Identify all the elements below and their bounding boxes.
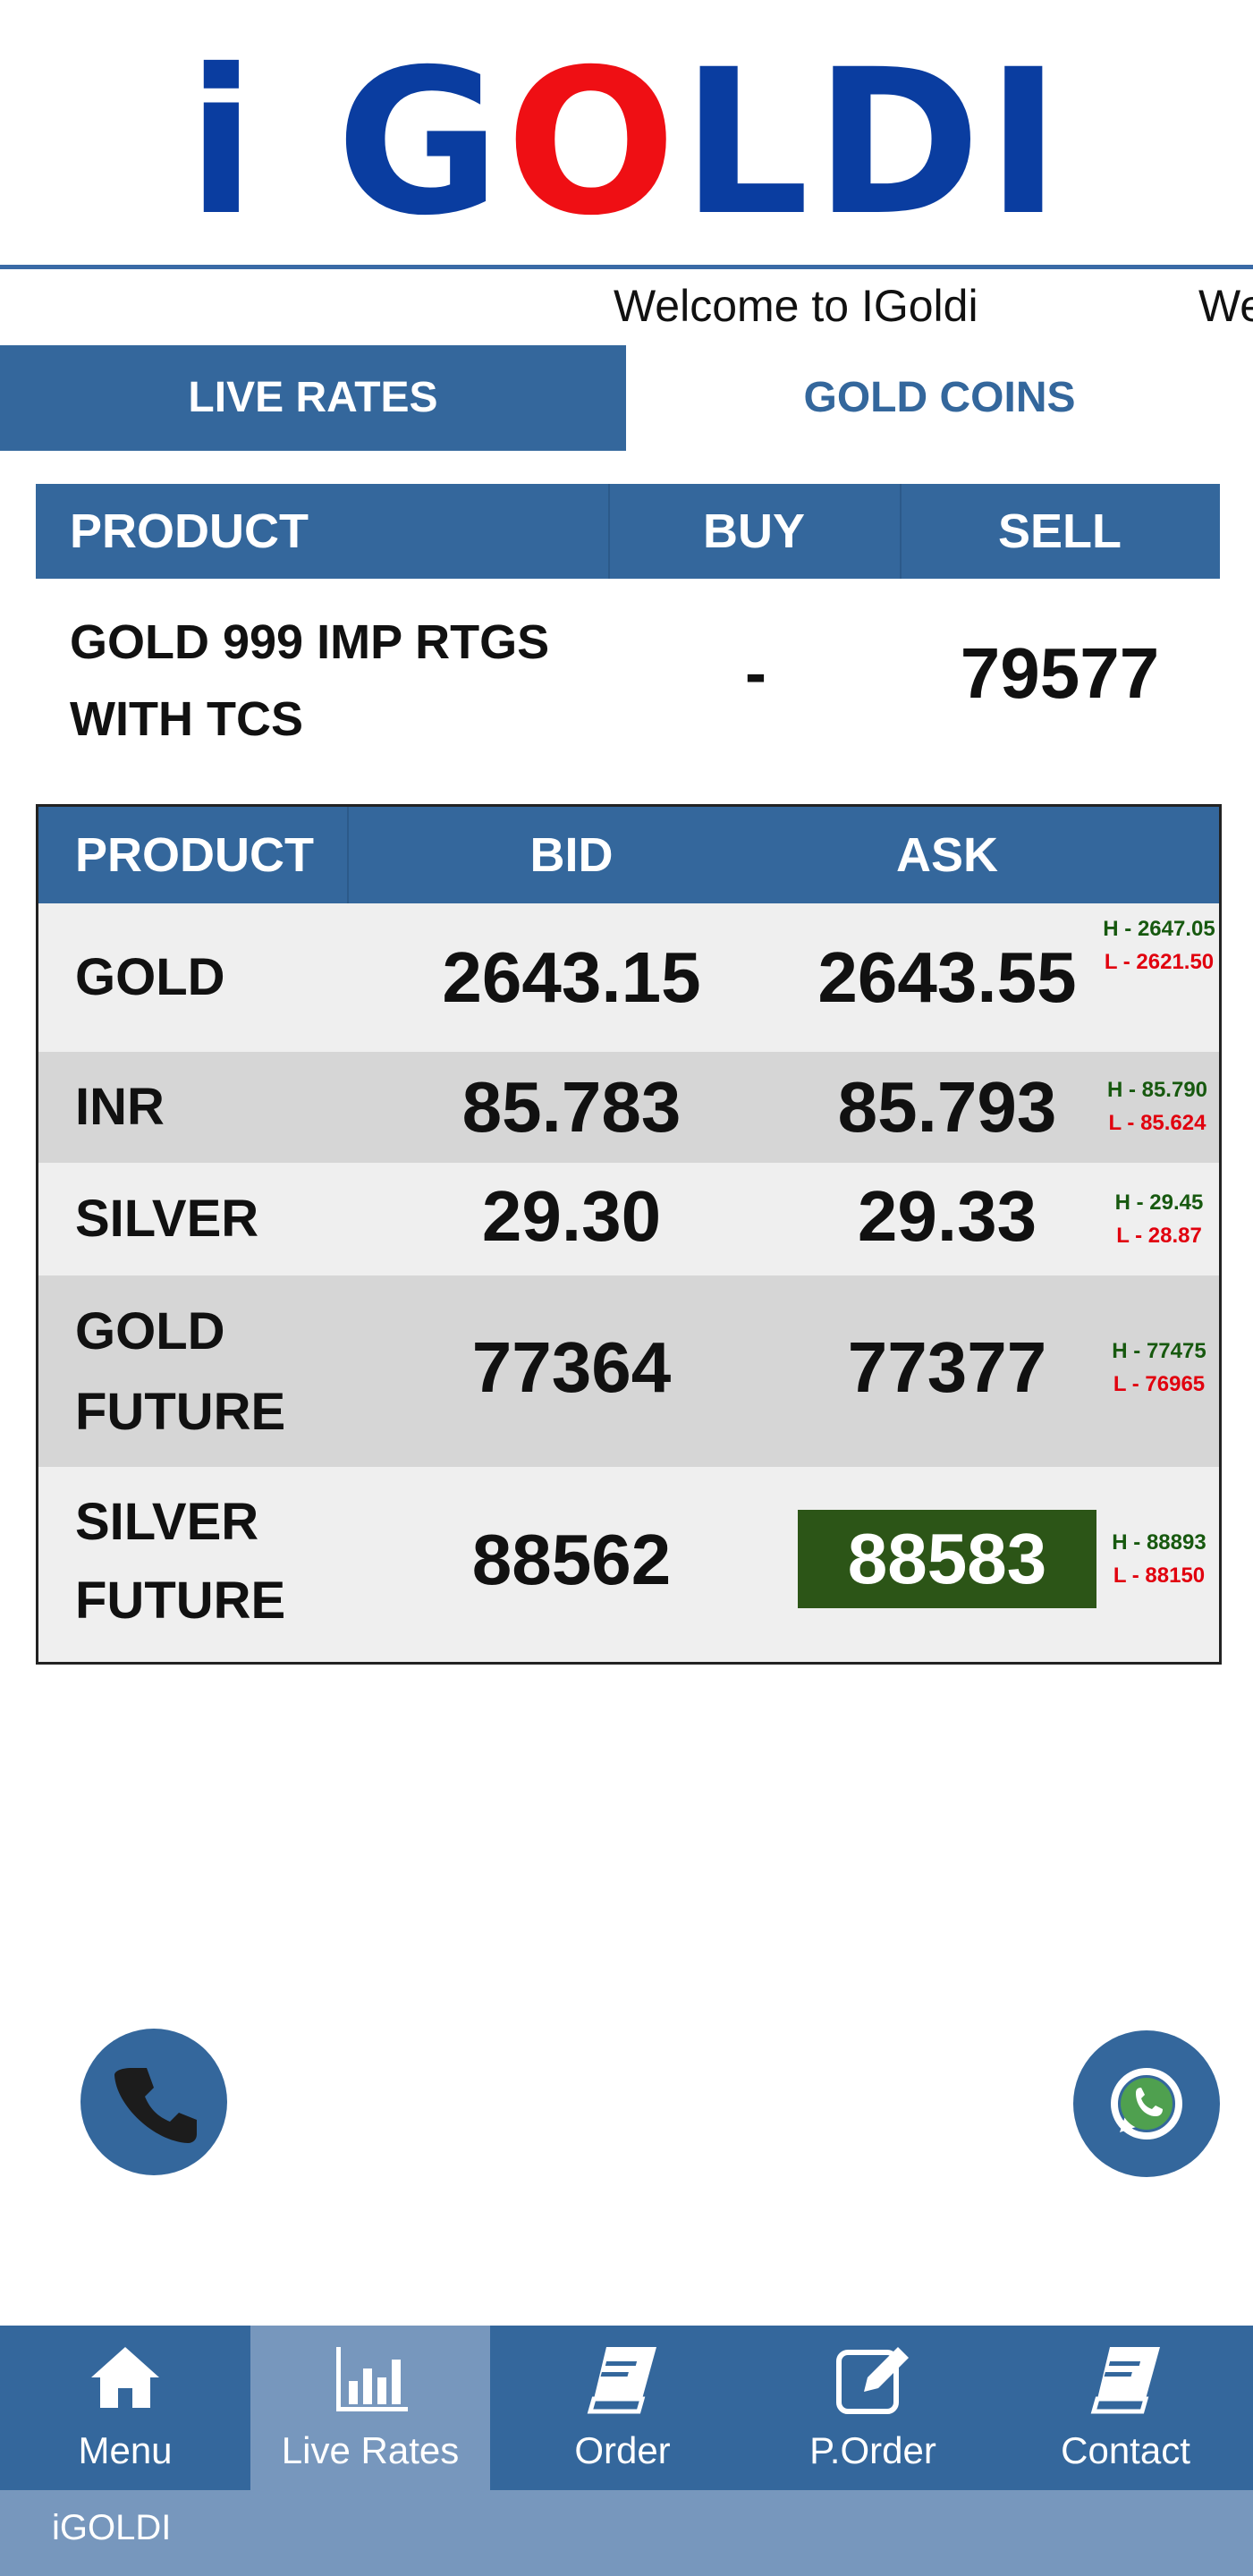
nav-order[interactable]: Order	[497, 2326, 748, 2490]
low-value: L - 85.624	[1108, 1111, 1206, 1135]
rtgs-table-header: PRODUCT BUY SELL	[36, 484, 1220, 579]
sell-price: 79577	[960, 633, 1160, 713]
tab-live-rates[interactable]: LIVE RATES	[0, 345, 626, 451]
rate-tabs: LIVE RATES GOLD COINS	[0, 345, 1253, 451]
high-value: H - 77475	[1112, 1339, 1206, 1363]
high-low: H - 88893 L - 88150	[1099, 1526, 1219, 1592]
book-icon	[1090, 2347, 1160, 2414]
spot-rate-table: PRODUCT BID ASK GOLD 2643.15 2643.55 H -…	[36, 804, 1222, 1665]
marquee-text: Welcome to IGoldi	[614, 281, 978, 331]
whatsapp-icon	[1111, 2068, 1182, 2140]
marquee-text-repeat: We	[1198, 281, 1253, 331]
logo-prefix: i G	[186, 26, 506, 259]
product-name-line2: WITH TCS	[70, 692, 303, 746]
spot-table-header: PRODUCT BID ASK	[38, 807, 1219, 903]
low-value: L - 2621.50	[1104, 950, 1215, 974]
nav-label: Live Rates	[281, 2429, 460, 2471]
table-row: SILVER FUTURE 88562 88583 H - 88893 L - …	[38, 1467, 1219, 1662]
footer-bar: iGOLDI	[0, 2490, 1253, 2576]
bottom-nav: Menu Live Rates Order P.Order Contact	[0, 2326, 1253, 2490]
nav-label: Contact	[1061, 2429, 1190, 2471]
ask-price-highlighted: 88583	[798, 1510, 1096, 1608]
edit-icon	[836, 2347, 909, 2414]
product-name: SILVER	[75, 1190, 259, 1248]
high-value: H - 2647.05	[1103, 917, 1215, 941]
whatsapp-button[interactable]	[1073, 2030, 1220, 2177]
nav-contact[interactable]: Contact	[998, 2326, 1253, 2490]
product-name: INR	[75, 1078, 165, 1136]
nav-label: P.Order	[809, 2429, 936, 2471]
nav-menu[interactable]: Menu	[0, 2326, 250, 2490]
buy-price: -	[745, 638, 766, 709]
table-row: GOLD 999 IMP RTGS WITH TCS - 79577	[36, 579, 1220, 768]
nav-live-rates[interactable]: Live Rates	[250, 2326, 490, 2490]
phone-icon	[114, 2068, 197, 2143]
high-low: H - 2647.05 L - 2621.50	[1099, 912, 1219, 979]
table-row: INR 85.783 85.793 H - 85.790 L - 85.624	[38, 1052, 1219, 1163]
nav-label: Order	[574, 2429, 671, 2471]
table-row: SILVER 29.30 29.33 H - 29.45 L - 28.87	[38, 1163, 1219, 1275]
table-row: GOLD 2643.15 2643.55 H - 2647.05 L - 262…	[38, 903, 1219, 1052]
nav-label: Menu	[78, 2429, 173, 2471]
low-value: L - 76965	[1113, 1372, 1206, 1396]
home-icon	[91, 2347, 159, 2408]
product-name: GOLD FUTURE	[75, 1292, 285, 1453]
logo-o: O	[505, 26, 682, 259]
header-ask: ASK	[895, 828, 998, 882]
logo-suffix: LDI	[682, 26, 1067, 259]
high-value: H - 29.45	[1114, 1191, 1204, 1215]
header-product: PRODUCT	[75, 828, 314, 882]
product-name-line1: GOLD 999 IMP RTGS	[70, 615, 550, 669]
product-name-line2: FUTURE	[75, 1572, 286, 1630]
product-name-line2: FUTURE	[75, 1383, 286, 1441]
rtgs-rate-table: PRODUCT BUY SELL GOLD 999 IMP RTGS WITH …	[36, 484, 1220, 768]
low-value: L - 28.87	[1116, 1224, 1202, 1248]
high-value: H - 88893	[1112, 1530, 1206, 1555]
header-buy: BUY	[702, 504, 805, 558]
header-sell: SELL	[997, 504, 1122, 558]
product-name: GOLD	[75, 948, 225, 1006]
nav-porder[interactable]: P.Order	[748, 2326, 998, 2490]
product-name-line1: SILVER	[75, 1493, 259, 1551]
high-value: H - 85.790	[1106, 1078, 1208, 1102]
header-product: PRODUCT	[70, 504, 309, 558]
logo: i GOLDI	[0, 18, 1253, 268]
product-name-line1: GOLD	[75, 1302, 225, 1360]
tab-gold-coins[interactable]: GOLD COINS	[626, 345, 1253, 451]
table-row: GOLD FUTURE 77364 77377 H - 77475 L - 76…	[38, 1275, 1219, 1467]
low-value: L - 88150	[1113, 1563, 1206, 1588]
high-low: H - 29.45 L - 28.87	[1099, 1186, 1219, 1252]
product-name: GOLD 999 IMP RTGS WITH TCS	[70, 604, 624, 758]
welcome-marquee: Welcome to IGoldi We	[0, 269, 1253, 344]
bar-chart-icon	[336, 2347, 408, 2411]
call-button[interactable]	[80, 2029, 227, 2175]
high-low: H - 85.790 L - 85.624	[1094, 1073, 1221, 1140]
high-low: H - 77475 L - 76965	[1099, 1335, 1219, 1401]
header-logo-area: i GOLDI	[0, 0, 1253, 265]
product-name: SILVER FUTURE	[75, 1483, 285, 1640]
footer-brand: iGOLDI	[52, 2508, 172, 2547]
book-icon	[587, 2347, 656, 2414]
